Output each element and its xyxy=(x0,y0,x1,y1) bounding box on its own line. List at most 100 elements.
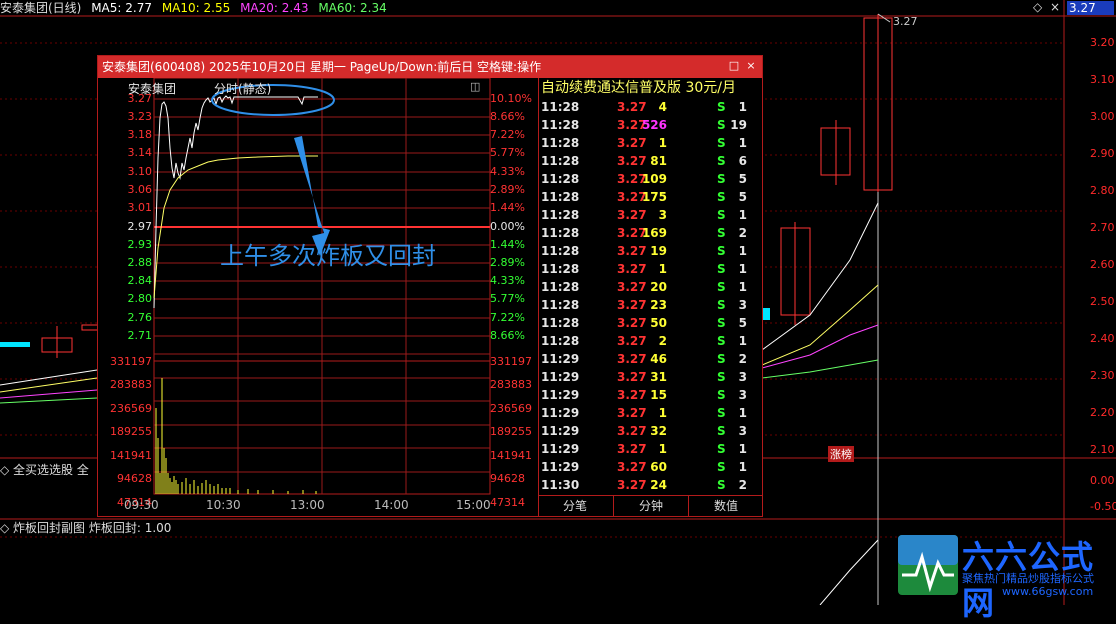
tick-time: 11:29 xyxy=(541,406,580,420)
toggle-icon[interactable]: ◫ xyxy=(470,80,480,93)
tick-row: 11:28 3.27 4 S 1 xyxy=(539,98,763,116)
tick-time: 11:28 xyxy=(541,172,580,186)
tick-count: 5 xyxy=(738,316,747,330)
pct-tick: 0.00% xyxy=(490,220,525,233)
volume-tick: 94628 xyxy=(117,472,152,485)
site-logo-icon xyxy=(898,535,958,595)
annotation-text: 上午多次炸板又回封 xyxy=(220,242,436,270)
tick-time: 11:28 xyxy=(541,298,580,312)
popup-title-bar[interactable]: 安泰集团(600408) 2025年10月20日 星期一 PageUp/Down… xyxy=(98,56,762,78)
site-url: www.66gsw.com xyxy=(1002,585,1094,598)
tick-row: 11:28 3.27 3 S 1 xyxy=(539,206,763,224)
pct-tick: 4.33% xyxy=(490,165,525,178)
tick-count: 6 xyxy=(738,154,747,168)
tick-volume: 31 xyxy=(650,370,667,384)
intraday-chart xyxy=(153,78,491,495)
tick-time: 11:28 xyxy=(541,316,580,330)
tick-volume: 20 xyxy=(650,280,667,294)
volume-tick: 283883 xyxy=(110,378,152,391)
tick-time: 11:28 xyxy=(541,208,580,222)
site-tagline: 聚焦热门精品炒股指标公式 xyxy=(962,572,1094,585)
tick-count: 5 xyxy=(738,190,747,204)
tab-fenbi[interactable]: 分笔 xyxy=(538,496,612,516)
close-icon[interactable]: × xyxy=(745,60,757,72)
tick-time: 11:28 xyxy=(541,244,580,258)
volume-tick: 283883 xyxy=(490,378,532,391)
price-tick: 2.88 xyxy=(127,256,153,269)
axis-tick: 2.30 xyxy=(1090,369,1115,382)
volume-tick: 331197 xyxy=(490,355,532,368)
tick-count: 2 xyxy=(738,226,747,240)
price-tick: 2.76 xyxy=(127,311,153,324)
zhangting-badge: 涨榜 xyxy=(828,446,854,462)
tick-row: 11:29 3.27 46 S 2 xyxy=(539,350,763,368)
tick-count: 1 xyxy=(738,442,747,456)
pct-tick: 1.44% xyxy=(490,238,525,251)
tick-time: 11:28 xyxy=(541,136,580,150)
tick-count: 3 xyxy=(738,424,747,438)
tick-time: 11:28 xyxy=(541,334,580,348)
tick-count: 1 xyxy=(738,136,747,150)
tick-volume: 23 xyxy=(650,298,667,312)
ma10-value: MA10: 2.55 xyxy=(161,1,231,15)
time-tick: 15:00 xyxy=(456,498,491,512)
tick-time: 11:29 xyxy=(541,442,580,456)
tick-volume: 4 xyxy=(658,100,667,114)
tab-shuzhi[interactable]: 数值 xyxy=(688,496,763,516)
tick-row: 11:28 3.27 109 S 5 xyxy=(539,170,763,188)
pct-tick: 5.77% xyxy=(490,146,525,159)
tick-row: 11:28 3.27 81 S 6 xyxy=(539,152,763,170)
peak-price-label: 3.27 xyxy=(893,15,918,28)
pct-tick: 1.44% xyxy=(490,201,525,214)
tick-count: 1 xyxy=(738,244,747,258)
time-tick: 09:30 xyxy=(124,498,159,512)
tick-row: 11:28 3.27 2 S 1 xyxy=(539,332,763,350)
axis-tick: 3.00 xyxy=(1090,110,1115,123)
tick-volume: 169 xyxy=(641,226,667,240)
pct-tick: 7.22% xyxy=(490,311,525,324)
tick-volume: 60 xyxy=(650,460,667,474)
tick-row: 11:29 3.27 15 S 3 xyxy=(539,386,763,404)
axis-tick: 3.20 xyxy=(1090,36,1115,49)
price-tick: 3.01 xyxy=(127,201,153,214)
volume-tick: 236569 xyxy=(110,402,152,415)
tick-tabs: 分笔 分钟 数值 xyxy=(538,495,762,516)
tick-volume: 526 xyxy=(641,118,667,132)
current-price-flag: 3.27 xyxy=(1067,1,1114,15)
axis-tick: 0.00 xyxy=(1090,474,1115,487)
tick-row: 11:29 3.27 1 S 1 xyxy=(539,404,763,422)
price-tick: 3.10 xyxy=(127,165,153,178)
tick-row: 11:29 3.27 31 S 3 xyxy=(539,368,763,386)
tick-time: 11:28 xyxy=(541,118,580,132)
tick-count: 1 xyxy=(738,100,747,114)
tick-time: 11:28 xyxy=(541,154,580,168)
tick-volume: 81 xyxy=(650,154,667,168)
axis-tick: 2.40 xyxy=(1090,332,1115,345)
tick-volume: 24 xyxy=(650,478,667,492)
price-tick: 2.80 xyxy=(127,292,153,305)
tick-volume: 1 xyxy=(658,136,667,150)
tab-fenzhong[interactable]: 分钟 xyxy=(613,496,688,516)
stock-picker-label[interactable]: ◇ 全买选选股 全 xyxy=(0,461,96,479)
tick-row: 11:28 3.27 19 S 1 xyxy=(539,242,763,260)
mode-label[interactable]: 分时(静态) xyxy=(214,80,271,97)
intraday-popup[interactable]: 安泰集团(600408) 2025年10月20日 星期一 PageUp/Down… xyxy=(97,55,763,517)
ma60-value: MA60: 2.34 xyxy=(318,1,387,15)
tick-volume: 46 xyxy=(650,352,667,366)
tick-time: 11:28 xyxy=(541,190,580,204)
volume-tick: 189255 xyxy=(110,425,152,438)
tick-volume: 3 xyxy=(658,208,667,222)
tick-time: 11:28 xyxy=(541,280,580,294)
pct-tick: 8.66% xyxy=(490,110,525,123)
pct-tick: 7.22% xyxy=(490,128,525,141)
maximize-icon[interactable]: □ xyxy=(728,60,740,72)
ma5-value: MA5: 2.77 xyxy=(91,1,152,15)
settings-icon[interactable]: ◇ xyxy=(1033,0,1042,14)
axis-tick: 2.50 xyxy=(1090,295,1115,308)
tick-volume: 109 xyxy=(641,172,667,186)
tick-volume: 1 xyxy=(658,442,667,456)
tick-row: 11:28 3.27 1 S 1 xyxy=(539,260,763,278)
tick-row: 11:28 3.27 526 S 19 xyxy=(539,116,763,134)
close-icon[interactable]: × xyxy=(1050,0,1060,14)
time-tick: 13:00 xyxy=(290,498,325,512)
